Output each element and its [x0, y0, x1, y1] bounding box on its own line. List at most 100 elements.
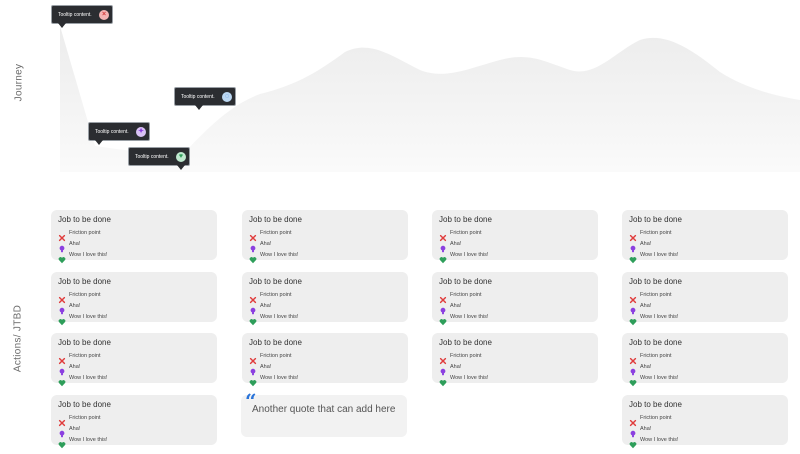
aha-label: Aha!	[450, 241, 462, 247]
journey-curve	[60, 26, 800, 172]
jtbd-card[interactable]: Job to be done Friction point Aha! Wow I lo…	[242, 333, 408, 387]
card-title: Job to be done	[58, 338, 111, 347]
jtbd-card[interactable]: Job to be done Friction point Aha! Wow I lo…	[622, 210, 788, 264]
aha-row: Aha!	[58, 301, 210, 315]
tooltip-aha[interactable]: Tooltip content. ✦	[88, 122, 150, 145]
love-row: Wow I love this!	[439, 250, 591, 264]
lightbulb-icon	[249, 240, 257, 253]
friction-label: Friction point	[260, 230, 292, 236]
aha-label: Aha!	[69, 426, 81, 432]
tooltip-pointer	[195, 105, 203, 110]
love-label: Wow I love this!	[260, 252, 299, 258]
aha-row: Aha!	[629, 362, 781, 376]
heart-icon	[629, 436, 637, 449]
card-title: Job to be done	[629, 215, 682, 224]
jtbd-card[interactable]: Job to be done Friction point Aha! Wow I lo…	[622, 395, 788, 449]
jtbd-card[interactable]: Job to be done Friction point Aha! Wow I lo…	[51, 395, 217, 449]
aha-label: Aha!	[69, 364, 81, 370]
close-icon[interactable]: ×	[99, 10, 109, 20]
close-icon	[629, 414, 637, 427]
friction-label: Friction point	[640, 415, 672, 421]
jtbd-card[interactable]: Job to be done Friction point Aha! Wow I lo…	[242, 272, 408, 326]
heart-icon	[629, 374, 637, 387]
aha-row: Aha!	[58, 362, 210, 376]
heart-icon	[58, 374, 66, 387]
friction-row: Friction point	[629, 413, 781, 427]
jtbd-card[interactable]: Job to be done Friction point Aha! Wow I lo…	[432, 210, 598, 264]
tooltip-pointer	[177, 165, 185, 170]
jtbd-card[interactable]: Job to be done Friction point Aha! Wow I lo…	[432, 333, 598, 387]
love-row: Wow I love this!	[439, 312, 591, 326]
lightbulb-icon	[629, 363, 637, 376]
aha-row: Aha!	[629, 301, 781, 315]
friction-label: Friction point	[260, 292, 292, 298]
love-label: Wow I love this!	[640, 375, 679, 381]
actions-jtbd-label: Actions/ JTBD	[12, 304, 24, 373]
aha-label: Aha!	[260, 303, 272, 309]
aha-label: Aha!	[450, 303, 462, 309]
friction-label: Friction point	[69, 353, 101, 359]
love-row: Wow I love this!	[58, 250, 210, 264]
close-icon	[629, 291, 637, 304]
aha-label: Aha!	[260, 364, 272, 370]
heart-icon	[439, 313, 447, 326]
jtbd-card[interactable]: Job to be done Friction point Aha! Wow I lo…	[622, 272, 788, 326]
tooltip-friction[interactable]: Tooltip content. ×	[51, 5, 113, 28]
friction-label: Friction point	[260, 353, 292, 359]
quote-mark-icon: “	[245, 389, 257, 413]
heart-icon	[439, 374, 447, 387]
lightbulb-icon	[58, 425, 66, 438]
lightbulb-icon	[439, 240, 447, 253]
friction-label: Friction point	[69, 415, 101, 421]
close-icon	[249, 352, 257, 365]
close-icon	[249, 229, 257, 242]
aha-label: Aha!	[69, 303, 81, 309]
tooltip-text: Tooltip content.	[135, 154, 169, 160]
lightbulb-icon	[629, 302, 637, 315]
love-label: Wow I love this!	[260, 375, 299, 381]
friction-label: Friction point	[69, 230, 101, 236]
love-label: Wow I love this!	[640, 314, 679, 320]
love-row: Wow I love this!	[629, 312, 781, 326]
lightbulb-icon	[439, 302, 447, 315]
love-label: Wow I love this!	[69, 375, 108, 381]
heart-icon[interactable]: ♥	[176, 152, 186, 162]
jtbd-card[interactable]: Job to be done Friction point Aha! Wow I lo…	[51, 333, 217, 387]
quote-text: Another quote that can add here	[252, 404, 396, 415]
love-label: Wow I love this!	[260, 314, 299, 320]
love-label: Wow I love this!	[450, 375, 489, 381]
close-icon	[439, 229, 447, 242]
friction-label: Friction point	[450, 230, 482, 236]
lightbulb-icon[interactable]: ✦	[136, 127, 146, 137]
heart-icon	[629, 313, 637, 326]
friction-label: Friction point	[640, 230, 672, 236]
friction-row: Friction point	[629, 351, 781, 365]
jtbd-card[interactable]: Job to be done Friction point Aha! Wow I lo…	[432, 272, 598, 326]
aha-row: Aha!	[58, 239, 210, 253]
card-title: Job to be done	[439, 215, 492, 224]
jtbd-card[interactable]: Job to be done Friction point Aha! Wow I lo…	[242, 210, 408, 264]
friction-row: Friction point	[629, 290, 781, 304]
info-icon[interactable]: ◌	[222, 92, 232, 102]
love-row: Wow I love this!	[58, 312, 210, 326]
tooltip-love[interactable]: Tooltip content. ♥	[128, 147, 190, 170]
love-row: Wow I love this!	[249, 250, 401, 264]
lightbulb-icon	[58, 363, 66, 376]
lightbulb-icon	[58, 240, 66, 253]
heart-icon	[58, 436, 66, 449]
jtbd-card[interactable]: Job to be done Friction point Aha! Wow I lo…	[51, 272, 217, 326]
close-icon	[629, 229, 637, 242]
jtbd-card[interactable]: Job to be done Friction point Aha! Wow I lo…	[622, 333, 788, 387]
friction-row: Friction point	[629, 228, 781, 242]
aha-row: Aha!	[249, 362, 401, 376]
jtbd-card[interactable]: Job to be done Friction point Aha! Wow I lo…	[51, 210, 217, 264]
card-title: Job to be done	[629, 400, 682, 409]
aha-row: Aha!	[439, 239, 591, 253]
card-title: Job to be done	[58, 215, 111, 224]
heart-icon	[58, 313, 66, 326]
close-icon	[58, 291, 66, 304]
card-title: Job to be done	[58, 277, 111, 286]
heart-icon	[249, 251, 257, 264]
aha-label: Aha!	[640, 364, 652, 370]
tooltip-info[interactable]: Tooltip content. ◌	[174, 87, 236, 110]
